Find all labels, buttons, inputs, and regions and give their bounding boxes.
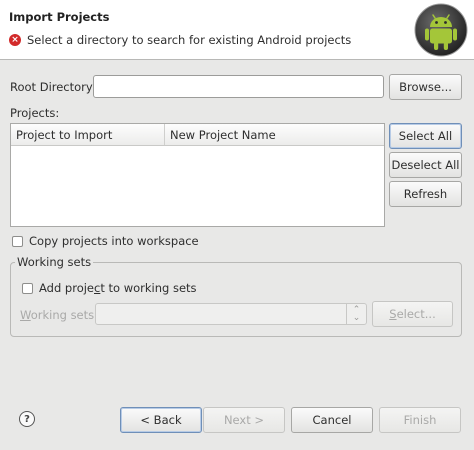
copy-projects-checkbox[interactable] (12, 235, 23, 247)
copy-projects-option[interactable]: Copy projects into workspace (12, 234, 199, 248)
root-directory-input[interactable] (93, 75, 384, 98)
column-project-to-import[interactable]: Project to Import (11, 124, 165, 145)
projects-label: Projects: (10, 106, 60, 120)
header-message: × Select a directory to search for exist… (9, 33, 351, 47)
combo-updown-icon: ⌃ ⌄ (346, 304, 366, 324)
projects-table[interactable]: Project to Import New Project Name (10, 123, 385, 227)
refresh-button[interactable]: Refresh (389, 181, 462, 207)
header-message-text: Select a directory to search for existin… (27, 33, 352, 47)
help-icon[interactable]: ? (19, 411, 35, 427)
browse-button[interactable]: Browse... (389, 74, 462, 100)
copy-projects-label: Copy projects into workspace (29, 234, 199, 248)
working-sets-field-label: Working sets: (20, 308, 99, 322)
add-to-working-sets-option[interactable]: Add project to working sets (22, 281, 197, 295)
projects-table-header: Project to Import New Project Name (11, 124, 384, 146)
cancel-button[interactable]: Cancel (291, 407, 373, 433)
page-title: Import Projects (9, 10, 110, 24)
error-icon: × (9, 34, 21, 46)
add-to-working-sets-checkbox[interactable] (22, 282, 33, 294)
working-sets-combo[interactable]: ⌃ ⌄ (95, 303, 367, 325)
android-logo-icon (414, 3, 468, 57)
back-button[interactable]: < Back (120, 407, 202, 433)
finish-button[interactable]: Finish (379, 407, 461, 433)
root-directory-label: Root Directory: (10, 80, 96, 94)
select-working-sets-button[interactable]: Select... (372, 301, 453, 327)
select-all-button[interactable]: Select All (389, 123, 462, 149)
column-new-project-name[interactable]: New Project Name (165, 124, 384, 145)
wizard-header: Import Projects × Select a directory to … (0, 0, 474, 60)
next-button[interactable]: Next > (203, 407, 285, 433)
deselect-all-button[interactable]: Deselect All (389, 152, 462, 178)
add-to-working-sets-label: Add project to working sets (39, 281, 197, 295)
working-sets-group-title: Working sets (15, 255, 94, 269)
